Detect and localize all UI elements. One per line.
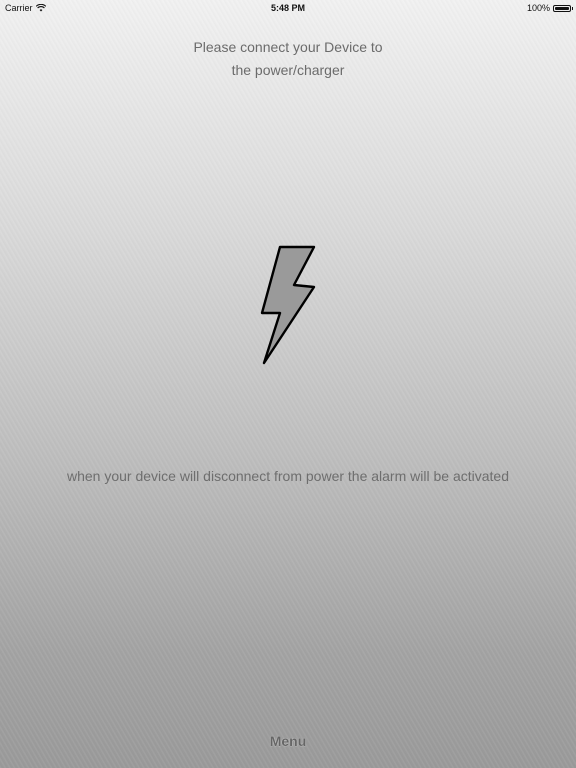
lightning-bolt-icon xyxy=(260,245,316,365)
battery-cap xyxy=(571,6,573,10)
connect-instruction-line2: the power/charger xyxy=(231,62,345,78)
menu-button[interactable]: Menu xyxy=(238,733,338,749)
connect-instruction-line1: Please connect your Device to xyxy=(193,39,383,55)
connect-instruction: Please connect your Device to the power/… xyxy=(0,36,576,82)
status-right: 100% xyxy=(526,3,573,13)
status-time: 5:48 PM xyxy=(270,3,305,13)
status-bar: Carrier 5:48 PM 100% xyxy=(0,0,576,16)
battery-icon xyxy=(553,4,573,12)
background xyxy=(0,0,576,768)
battery-fill xyxy=(555,6,569,10)
alarm-info-text: when your device will disconnect from po… xyxy=(67,468,509,484)
battery-percent: 100% xyxy=(526,3,550,13)
